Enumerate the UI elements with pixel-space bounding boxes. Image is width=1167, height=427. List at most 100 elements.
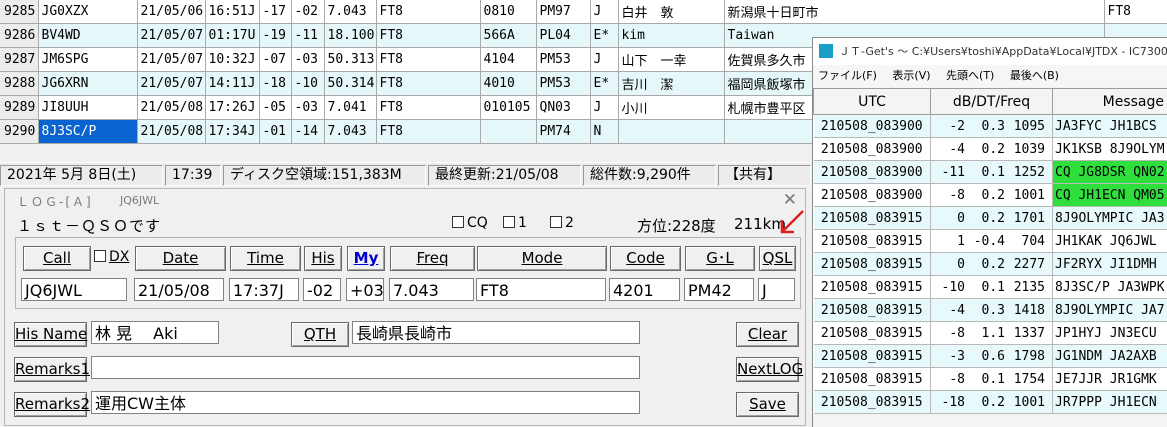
table-cell-mode[interactable]: FT8 [376, 120, 480, 144]
decode-row[interactable]: 210508_083915-100.121358J3SC/P JA3WPK [814, 276, 1167, 299]
decode-db-dt-freq[interactable]: 1-0.4704 [931, 230, 1053, 253]
table-cell-mode[interactable]: FT8 [376, 0, 480, 24]
table-cell-time[interactable]: 10:32J [205, 48, 259, 72]
grid-locator-button[interactable]: G･L [685, 246, 755, 271]
table-cell-my[interactable]: -11 [291, 24, 324, 48]
decode-db-dt-freq[interactable]: -80.21001 [931, 184, 1053, 207]
decode-db-dt-freq[interactable]: -40.31418 [931, 299, 1053, 322]
call-field[interactable]: JQ6JWL [21, 278, 127, 301]
decode-row[interactable]: 210508_083900-80.21001CQ JH1ECN QM05 [814, 184, 1167, 207]
table-cell-name[interactable]: 白井 敦 [618, 0, 724, 24]
table-cell-gl[interactable]: PL04 [536, 24, 590, 48]
table-cell-call[interactable]: JI8UUH [38, 96, 137, 120]
table-cell-date[interactable]: 21/05/06 [137, 0, 205, 24]
mode-button[interactable]: Mode [477, 246, 607, 271]
table-cell-date[interactable]: 21/05/08 [137, 120, 205, 144]
table-cell-gl[interactable]: PM97 [536, 0, 590, 24]
table-cell-qth[interactable]: 新潟県十日町市 [724, 0, 1104, 24]
cq-checkbox[interactable]: CQ [452, 215, 488, 231]
table-cell-name[interactable]: 小川 [618, 96, 724, 120]
decode-row[interactable]: 210508_083915-180.21001JR7PPP JH1ECN [814, 391, 1167, 414]
table-cell-my[interactable]: -14 [291, 120, 324, 144]
remarks1-field[interactable] [91, 356, 640, 379]
decode-row[interactable]: 210508_083915-81.11337JP1HYJ JN3ECU [814, 322, 1167, 345]
table-cell-qsl[interactable]: J [590, 0, 618, 24]
decode-row[interactable]: 210508_0839151-0.4704JH1KAK JQ6JWL [814, 230, 1167, 253]
code-button[interactable]: Code [610, 246, 681, 271]
table-cell-name[interactable]: 山下 一幸 [618, 48, 724, 72]
table-cell-gl[interactable]: PM53 [536, 48, 590, 72]
call-button[interactable]: Call [23, 246, 91, 271]
one-checkbox[interactable]: 1 [503, 215, 527, 231]
table-cell-no[interactable]: 9289 [0, 96, 38, 120]
qth-field[interactable]: 長崎県長崎市 [352, 321, 640, 344]
qsl-button[interactable]: QSL [759, 246, 796, 271]
decode-message[interactable]: 8J3SC/P JA3WPK [1053, 276, 1167, 299]
table-cell-freq[interactable]: 18.100 [324, 24, 376, 48]
table-cell-my[interactable]: -10 [291, 72, 324, 96]
freq-field[interactable]: 7.043 [389, 278, 474, 301]
decode-utc[interactable]: 210508_083915 [814, 299, 931, 322]
remarks2-button[interactable]: Remarks2 [14, 392, 87, 417]
decode-db-dt-freq[interactable]: -20.31095 [931, 115, 1053, 138]
table-cell-freq[interactable]: 7.043 [324, 0, 376, 24]
table-cell-no[interactable]: 9286 [0, 24, 38, 48]
decode-db-dt-freq[interactable]: 00.22277 [931, 253, 1053, 276]
table-cell-date[interactable]: 21/05/07 [137, 24, 205, 48]
column-header-message[interactable]: Message [1053, 89, 1167, 115]
column-header-utc[interactable]: UTC [814, 89, 931, 115]
decode-utc[interactable]: 210508_083915 [814, 345, 931, 368]
table-cell-his[interactable]: -01 [259, 120, 291, 144]
clear-button[interactable]: Clear [736, 322, 799, 347]
table-cell-date[interactable]: 21/05/08 [137, 96, 205, 120]
grid-locator-field[interactable]: PM42 [684, 278, 754, 301]
table-cell-date[interactable]: 21/05/07 [137, 72, 205, 96]
table-cell-name[interactable]: 吉川 潔 [618, 72, 724, 96]
decode-utc[interactable]: 210508_083915 [814, 391, 931, 414]
decode-db-dt-freq[interactable]: -110.11252 [931, 161, 1053, 184]
his-button[interactable]: His [304, 246, 342, 271]
decode-utc[interactable]: 210508_083915 [814, 253, 931, 276]
table-cell-call[interactable]: JM6SPG [38, 48, 137, 72]
table-row[interactable]: 9285JG0XZX21/05/0616:51J-17-027.043FT808… [0, 0, 1167, 24]
table-cell-qsl[interactable]: E* [590, 72, 618, 96]
his-report-field[interactable]: -02 [303, 278, 341, 301]
two-checkbox[interactable]: 2 [550, 215, 574, 231]
decode-utc[interactable]: 210508_083915 [814, 276, 931, 299]
decode-row[interactable]: 210508_083900-20.31095JA3FYC JH1BCS [814, 115, 1167, 138]
decode-utc[interactable]: 210508_083900 [814, 115, 931, 138]
decode-message[interactable]: 8J9OLYMPIC JA3 [1053, 207, 1167, 230]
table-cell-his[interactable]: -18 [259, 72, 291, 96]
table-cell-gl[interactable]: QN03 [536, 96, 590, 120]
decode-row[interactable]: 210508_083900-110.11252CQ JG8DSR QN02 [814, 161, 1167, 184]
table-cell-mode[interactable]: FT8 [376, 48, 480, 72]
decode-utc[interactable]: 210508_083915 [814, 207, 931, 230]
date-field[interactable]: 21/05/08 [134, 278, 224, 301]
decode-row[interactable]: 210508_083900-40.21039JK1KSB 8J9OLYM [814, 138, 1167, 161]
table-cell-mode[interactable]: FT8 [376, 72, 480, 96]
decode-db-dt-freq[interactable]: -80.11754 [931, 368, 1053, 391]
table-cell-extra[interactable]: FT8 [1104, 0, 1167, 24]
decode-db-dt-freq[interactable]: 00.21701 [931, 207, 1053, 230]
table-cell-time[interactable]: 17:34J [205, 120, 259, 144]
table-cell-time[interactable]: 01:17U [205, 24, 259, 48]
table-cell-gl[interactable]: PM74 [536, 120, 590, 144]
save-button[interactable]: Save [736, 392, 799, 417]
table-cell-his[interactable]: -19 [259, 24, 291, 48]
decode-message[interactable]: CQ JG8DSR QN02 [1053, 161, 1167, 184]
table-cell-qsl[interactable]: J [590, 48, 618, 72]
table-cell-qsl[interactable]: E* [590, 24, 618, 48]
decode-message[interactable]: JE7JJR JR1GMK [1053, 368, 1167, 391]
table-cell-freq[interactable]: 7.041 [324, 96, 376, 120]
table-cell-freq[interactable]: 7.043 [324, 120, 376, 144]
nextlog-button[interactable]: NextLOG [736, 357, 799, 382]
decode-message[interactable]: JG1NDM JA2AXB [1053, 345, 1167, 368]
table-cell-qsl[interactable]: N [590, 120, 618, 144]
table-cell-no[interactable]: 9285 [0, 0, 38, 24]
table-cell-name[interactable]: kim [618, 24, 724, 48]
table-cell-call[interactable]: JG6XRN [38, 72, 137, 96]
table-cell-my[interactable]: -03 [291, 48, 324, 72]
table-cell-code[interactable] [480, 120, 536, 144]
his-name-field[interactable]: 林 晃 Aki [91, 321, 219, 344]
decode-message[interactable]: 8J9OLYMPIC JA7 [1053, 299, 1167, 322]
